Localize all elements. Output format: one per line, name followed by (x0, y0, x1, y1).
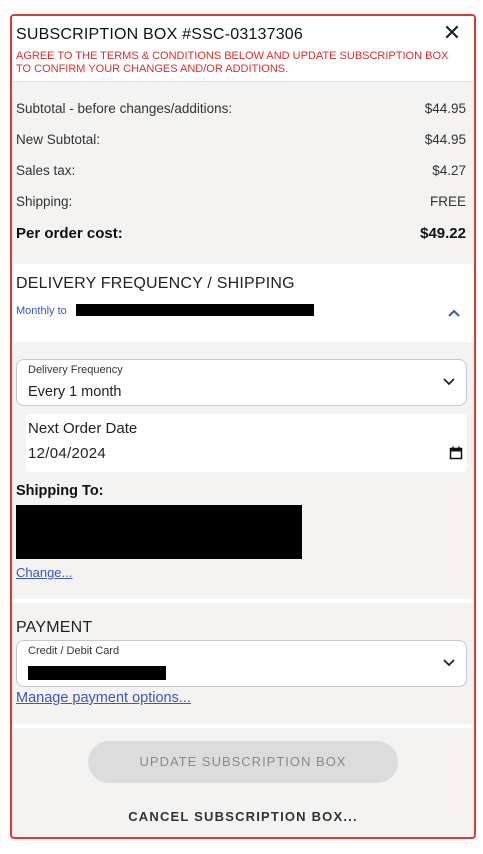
new-subtotal-label: New Subtotal: (16, 132, 101, 147)
chevron-down-icon (443, 659, 455, 667)
shipping-cost-value: FREE (429, 194, 466, 209)
per-order-cost-row: Per order cost: $49.22 (16, 225, 466, 245)
new-subtotal-value: $44.95 (424, 132, 466, 147)
sales-tax-value: $4.27 (432, 163, 466, 178)
next-order-date-input[interactable]: 12/04/2024 (28, 445, 106, 462)
subtotal-before-row: Subtotal - before changes/additions: $44… (16, 101, 466, 121)
modal-title: SUBSCRIPTION BOX #SSC-03137306 (16, 26, 304, 43)
redacted-delivery-address (76, 304, 314, 316)
calendar-icon[interactable] (449, 446, 463, 460)
payment-method-select[interactable]: Credit / Debit Card (16, 640, 467, 687)
modal-header: SUBSCRIPTION BOX #SSC-03137306 ✕ AGREE T… (12, 16, 474, 82)
manage-payment-link[interactable]: Manage payment options... (16, 690, 191, 706)
shipping-cost-label: Shipping: (16, 194, 73, 209)
subtotal-before-value: $44.95 (424, 101, 466, 116)
section-divider (12, 724, 474, 728)
delivery-frequency-value: Every 1 month (28, 384, 122, 400)
next-order-date-field[interactable]: Next Order Date 12/04/2024 (26, 414, 467, 472)
delivery-frequency-select[interactable]: Delivery Frequency Every 1 month (16, 359, 467, 406)
shipping-to-label: Shipping To: (16, 483, 104, 499)
next-order-date-label: Next Order Date (28, 420, 138, 437)
sales-tax-label: Sales tax: (16, 163, 76, 178)
chevron-up-icon[interactable] (446, 306, 462, 322)
chevron-down-icon (443, 378, 455, 386)
redacted-shipping-address (16, 505, 302, 559)
new-subtotal-row: New Subtotal: $44.95 (16, 132, 466, 152)
delivery-summary-prefix: Monthly to (16, 305, 67, 317)
shipping-cost-row: Shipping: FREE (16, 194, 466, 214)
per-order-cost-label: Per order cost: (16, 225, 123, 242)
delivery-frequency-label: Delivery Frequency (28, 364, 123, 376)
delivery-section-title: DELIVERY FREQUENCY / SHIPPING (16, 275, 295, 292)
order-summary: Subtotal - before changes/additions: $44… (12, 83, 474, 263)
payment-section-title: PAYMENT (16, 619, 93, 636)
redacted-card-number (28, 666, 166, 680)
close-icon[interactable]: ✕ (440, 22, 464, 46)
update-subscription-button[interactable]: UPDATE SUBSCRIPTION BOX (88, 741, 398, 783)
sales-tax-row: Sales tax: $4.27 (16, 163, 466, 183)
change-address-link[interactable]: Change... (16, 565, 72, 580)
subtotal-before-label: Subtotal - before changes/additions: (16, 101, 233, 116)
subscription-modal: SUBSCRIPTION BOX #SSC-03137306 ✕ AGREE T… (10, 14, 476, 839)
section-divider (12, 599, 474, 603)
payment-method-label: Credit / Debit Card (28, 645, 120, 657)
cancel-subscription-button[interactable]: CANCEL SUBSCRIPTION BOX... (12, 809, 474, 824)
terms-notice: AGREE TO THE TERMS & CONDITIONS BELOW AN… (16, 50, 449, 75)
per-order-cost-value: $49.22 (420, 225, 466, 242)
